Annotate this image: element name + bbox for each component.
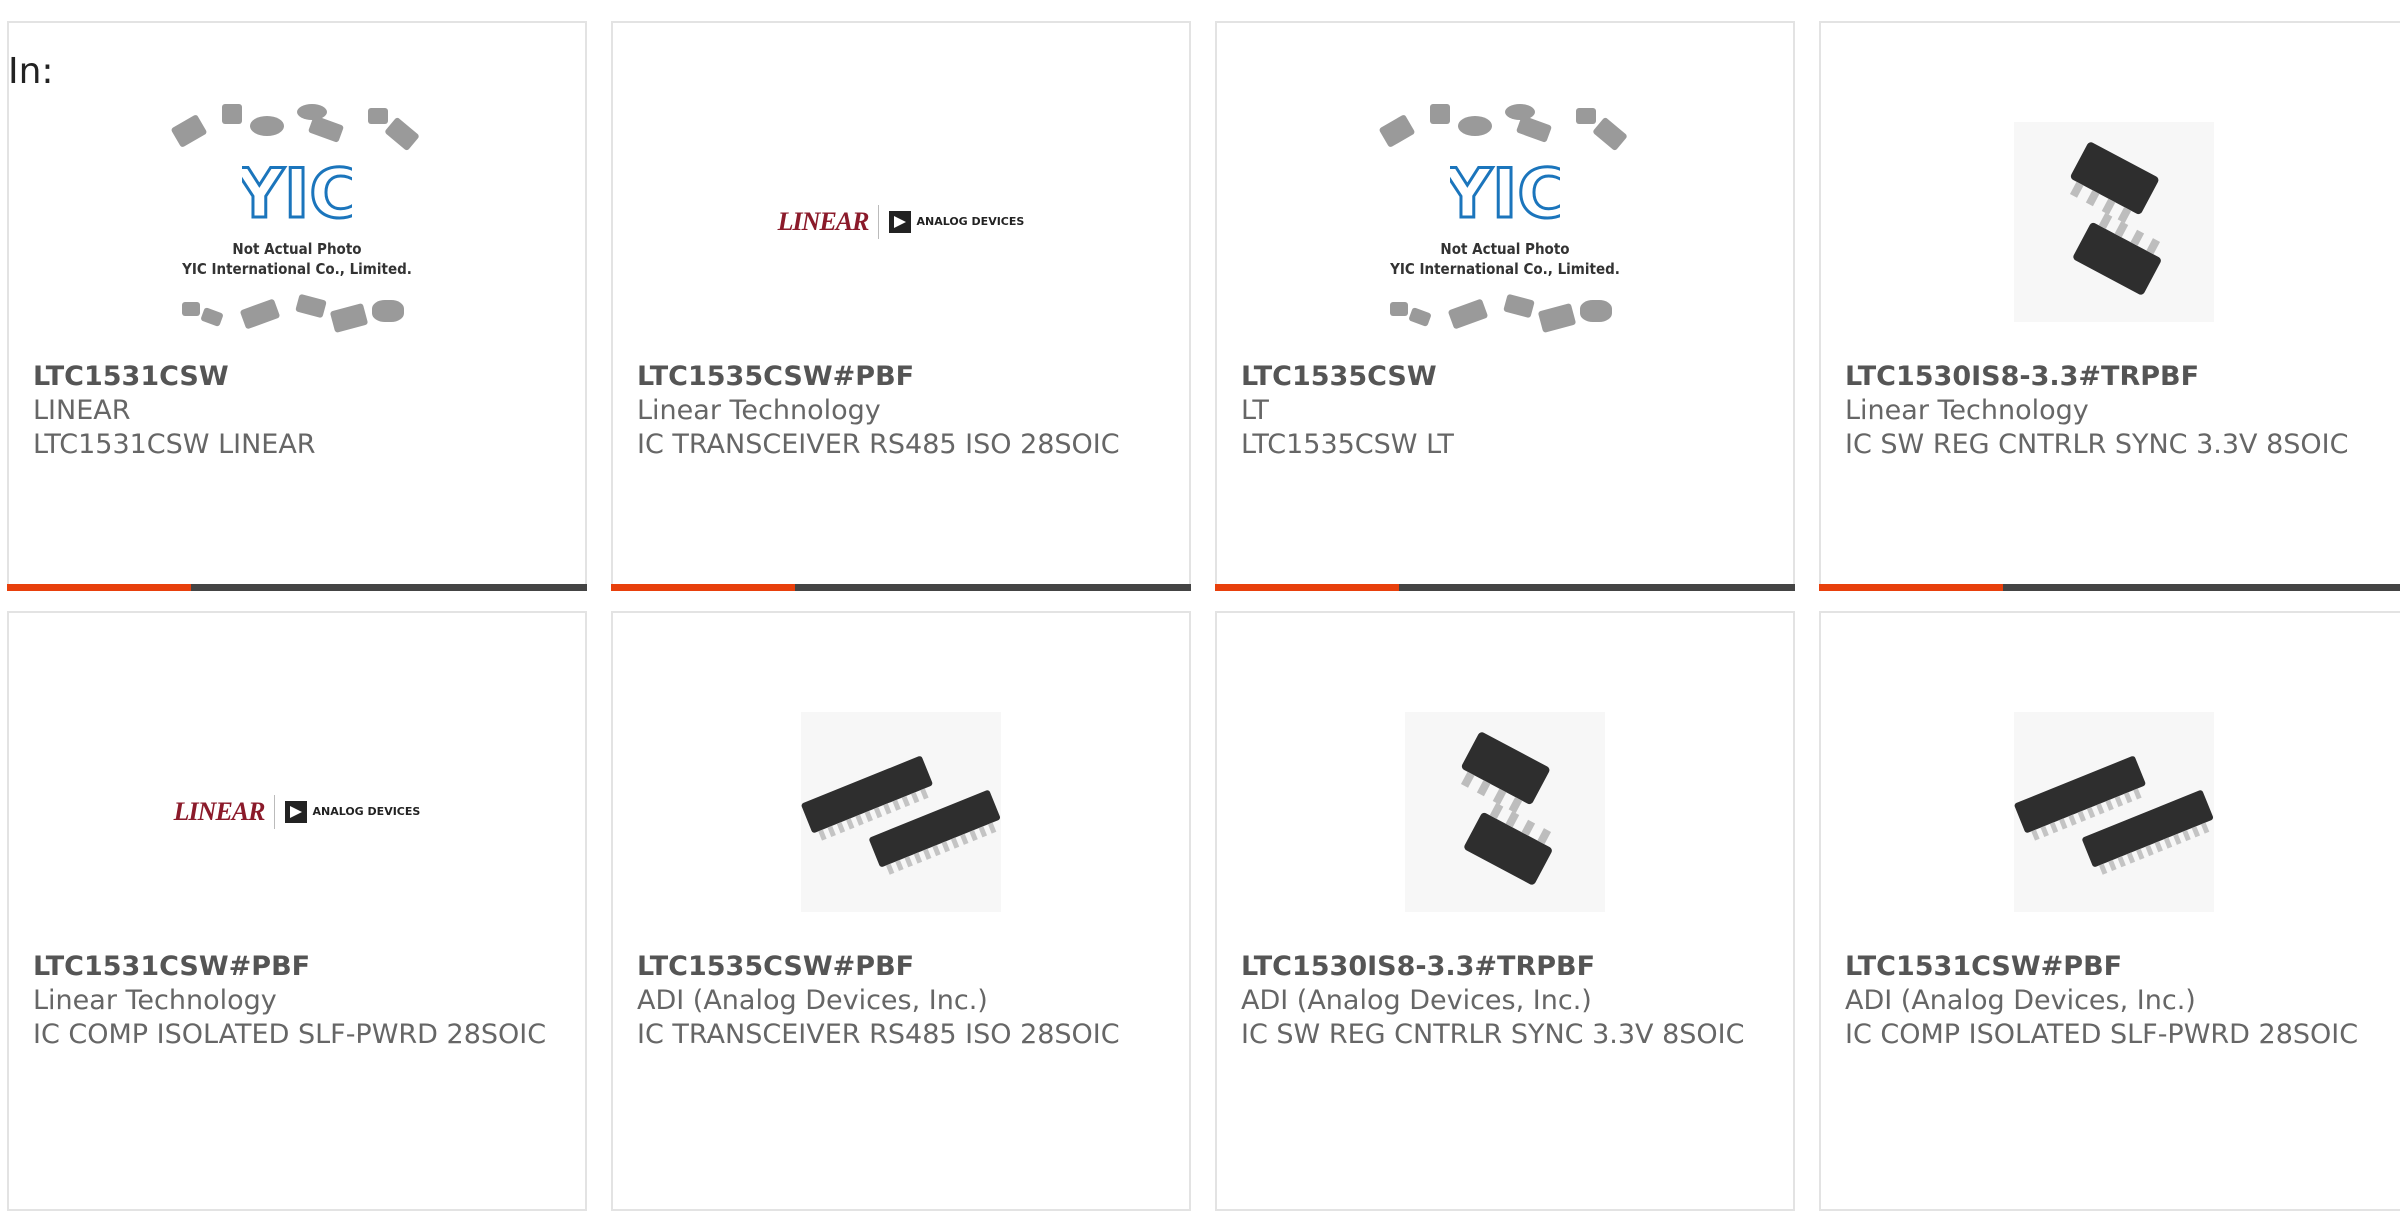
manufacturer: LT <box>1241 395 1269 426</box>
description: IC TRANSCEIVER RS485 ISO 28SOIC <box>637 429 1120 460</box>
product-image[interactable]: YIC Not Actual Photo YIC International C… <box>9 67 585 377</box>
part-number[interactable]: LTC1535CSW#PBF <box>637 950 1169 984</box>
not-actual-photo-image: YIC Not Actual Photo YIC International C… <box>162 102 432 342</box>
product-card[interactable]: LINEAR ANALOG DEVICES LTC1531CSW#PBF Lin… <box>7 611 587 1211</box>
card-bottom-bar <box>7 584 587 591</box>
manufacturer: Linear Technology <box>637 395 881 426</box>
yic-logo-icon: YIC <box>1450 157 1560 227</box>
part-number[interactable]: LTC1531CSW <box>33 360 565 394</box>
card-bottom-bar <box>611 584 1191 591</box>
description: IC COMP ISOLATED SLF-PWRD 28SOIC <box>33 1019 547 1050</box>
linear-adi-logo: LINEAR ANALOG DEVICES <box>778 205 1024 239</box>
product-image[interactable] <box>1821 67 2400 377</box>
part-number[interactable]: LTC1531CSW#PBF <box>33 950 565 984</box>
description: IC SW REG CNTRLR SYNC 3.3V 8SOIC <box>1845 429 2349 460</box>
product-image[interactable] <box>1821 657 2400 967</box>
product-image[interactable]: LINEAR ANALOG DEVICES <box>9 657 585 967</box>
manufacturer: Linear Technology <box>1845 395 2089 426</box>
product-image[interactable]: YIC Not Actual Photo YIC International C… <box>1217 67 1793 377</box>
part-number[interactable]: LTC1530IS8-3.3#TRPBF <box>1845 360 2387 394</box>
soic8-package-image <box>1405 712 1605 912</box>
filter-label: In: <box>8 51 54 92</box>
product-card[interactable]: LTC1530IS8-3.3#TRPBF ADI (Analog Devices… <box>1215 611 1795 1211</box>
product-card[interactable]: LINEAR ANALOG DEVICES LTC1535CSW#PBF Lin… <box>611 21 1191 591</box>
product-image[interactable]: LINEAR ANALOG DEVICES <box>613 67 1189 377</box>
linear-adi-logo: LINEAR ANALOG DEVICES <box>174 795 420 829</box>
soic28-package-image <box>2014 712 2214 912</box>
card-bottom-bar <box>1819 584 2400 591</box>
manufacturer: ADI (Analog Devices, Inc.) <box>1241 985 1592 1016</box>
manufacturer: LINEAR <box>33 395 131 426</box>
product-card[interactable]: YIC Not Actual Photo YIC International C… <box>7 21 587 591</box>
yic-logo-icon: YIC <box>242 157 352 227</box>
product-image[interactable] <box>1217 657 1793 967</box>
part-number[interactable]: LTC1535CSW <box>1241 360 1773 394</box>
description: IC SW REG CNTRLR SYNC 3.3V 8SOIC <box>1241 1019 1745 1050</box>
product-card[interactable]: LTC1530IS8-3.3#TRPBF Linear Technology I… <box>1819 21 2400 591</box>
product-card[interactable]: LTC1535CSW#PBF ADI (Analog Devices, Inc.… <box>611 611 1191 1211</box>
manufacturer: ADI (Analog Devices, Inc.) <box>1845 985 2196 1016</box>
part-number[interactable]: LTC1531CSW#PBF <box>1845 950 2387 984</box>
soic28-package-image <box>801 712 1001 912</box>
product-image[interactable] <box>613 657 1189 967</box>
soic8-package-image <box>2014 122 2214 322</box>
description: LTC1531CSW LINEAR <box>33 429 316 460</box>
card-bottom-bar <box>1215 584 1795 591</box>
product-card[interactable]: LTC1531CSW#PBF ADI (Analog Devices, Inc.… <box>1819 611 2400 1211</box>
description: IC TRANSCEIVER RS485 ISO 28SOIC <box>637 1019 1120 1050</box>
manufacturer: Linear Technology <box>33 985 277 1016</box>
product-card[interactable]: YIC Not Actual Photo YIC International C… <box>1215 21 1795 591</box>
part-number[interactable]: LTC1535CSW#PBF <box>637 360 1169 394</box>
analog-devices-icon <box>889 211 912 233</box>
analog-devices-icon <box>285 801 308 823</box>
description: LTC1535CSW LT <box>1241 429 1454 460</box>
svg-text:YIC: YIC <box>1450 157 1560 227</box>
svg-text:YIC: YIC <box>242 157 352 227</box>
description: IC COMP ISOLATED SLF-PWRD 28SOIC <box>1845 1019 2359 1050</box>
not-actual-photo-image: YIC Not Actual Photo YIC International C… <box>1370 102 1640 342</box>
manufacturer: ADI (Analog Devices, Inc.) <box>637 985 988 1016</box>
part-number[interactable]: LTC1530IS8-3.3#TRPBF <box>1241 950 1773 984</box>
